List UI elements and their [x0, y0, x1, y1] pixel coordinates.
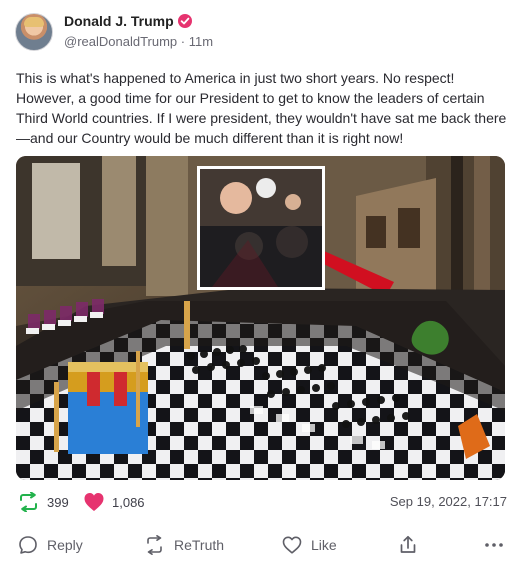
- like-button[interactable]: Like: [282, 532, 337, 558]
- retruth-label: ReTruth: [174, 537, 225, 553]
- more-button[interactable]: [484, 532, 504, 558]
- avatar[interactable]: [15, 13, 53, 51]
- verified-icon: [177, 14, 192, 28]
- like-count: 1,086: [112, 494, 145, 510]
- post-stats: 399 1,086 Sep 19, 2022, 17:17: [17, 489, 507, 515]
- like-icon: [282, 536, 302, 554]
- reply-button[interactable]: Reply: [18, 532, 83, 558]
- share-button[interactable]: [398, 532, 418, 558]
- post-actions: Reply ReTruth Like: [18, 532, 505, 558]
- like-label: Like: [311, 537, 337, 553]
- retruth-icon: [144, 535, 165, 555]
- post-image[interactable]: [16, 156, 505, 480]
- share-icon: [398, 535, 418, 555]
- post-header: Donald J. Trump @realDonaldTrump · 11m: [15, 12, 213, 52]
- like-count-stat[interactable]: 1,086: [83, 489, 145, 515]
- author-name-row: Donald J. Trump: [64, 12, 324, 30]
- retruth-count-stat[interactable]: 399: [17, 489, 69, 515]
- author-block: Donald J. Trump @realDonaldTrump · 11m: [64, 12, 324, 49]
- more-icon: [484, 541, 504, 549]
- reply-label: Reply: [47, 537, 83, 553]
- retruth-button[interactable]: ReTruth: [144, 532, 224, 558]
- reply-icon: [18, 535, 38, 555]
- handle-time[interactable]: @realDonaldTrump · 11m: [64, 34, 324, 49]
- post-text: This is what's happened to America in ju…: [16, 70, 507, 146]
- heart-icon: [83, 492, 105, 512]
- retruth-icon: [17, 492, 40, 512]
- author-name[interactable]: Donald J. Trump: [64, 13, 174, 29]
- retruth-count: 399: [47, 494, 69, 510]
- post-timestamp[interactable]: Sep 19, 2022, 17:17: [390, 494, 507, 509]
